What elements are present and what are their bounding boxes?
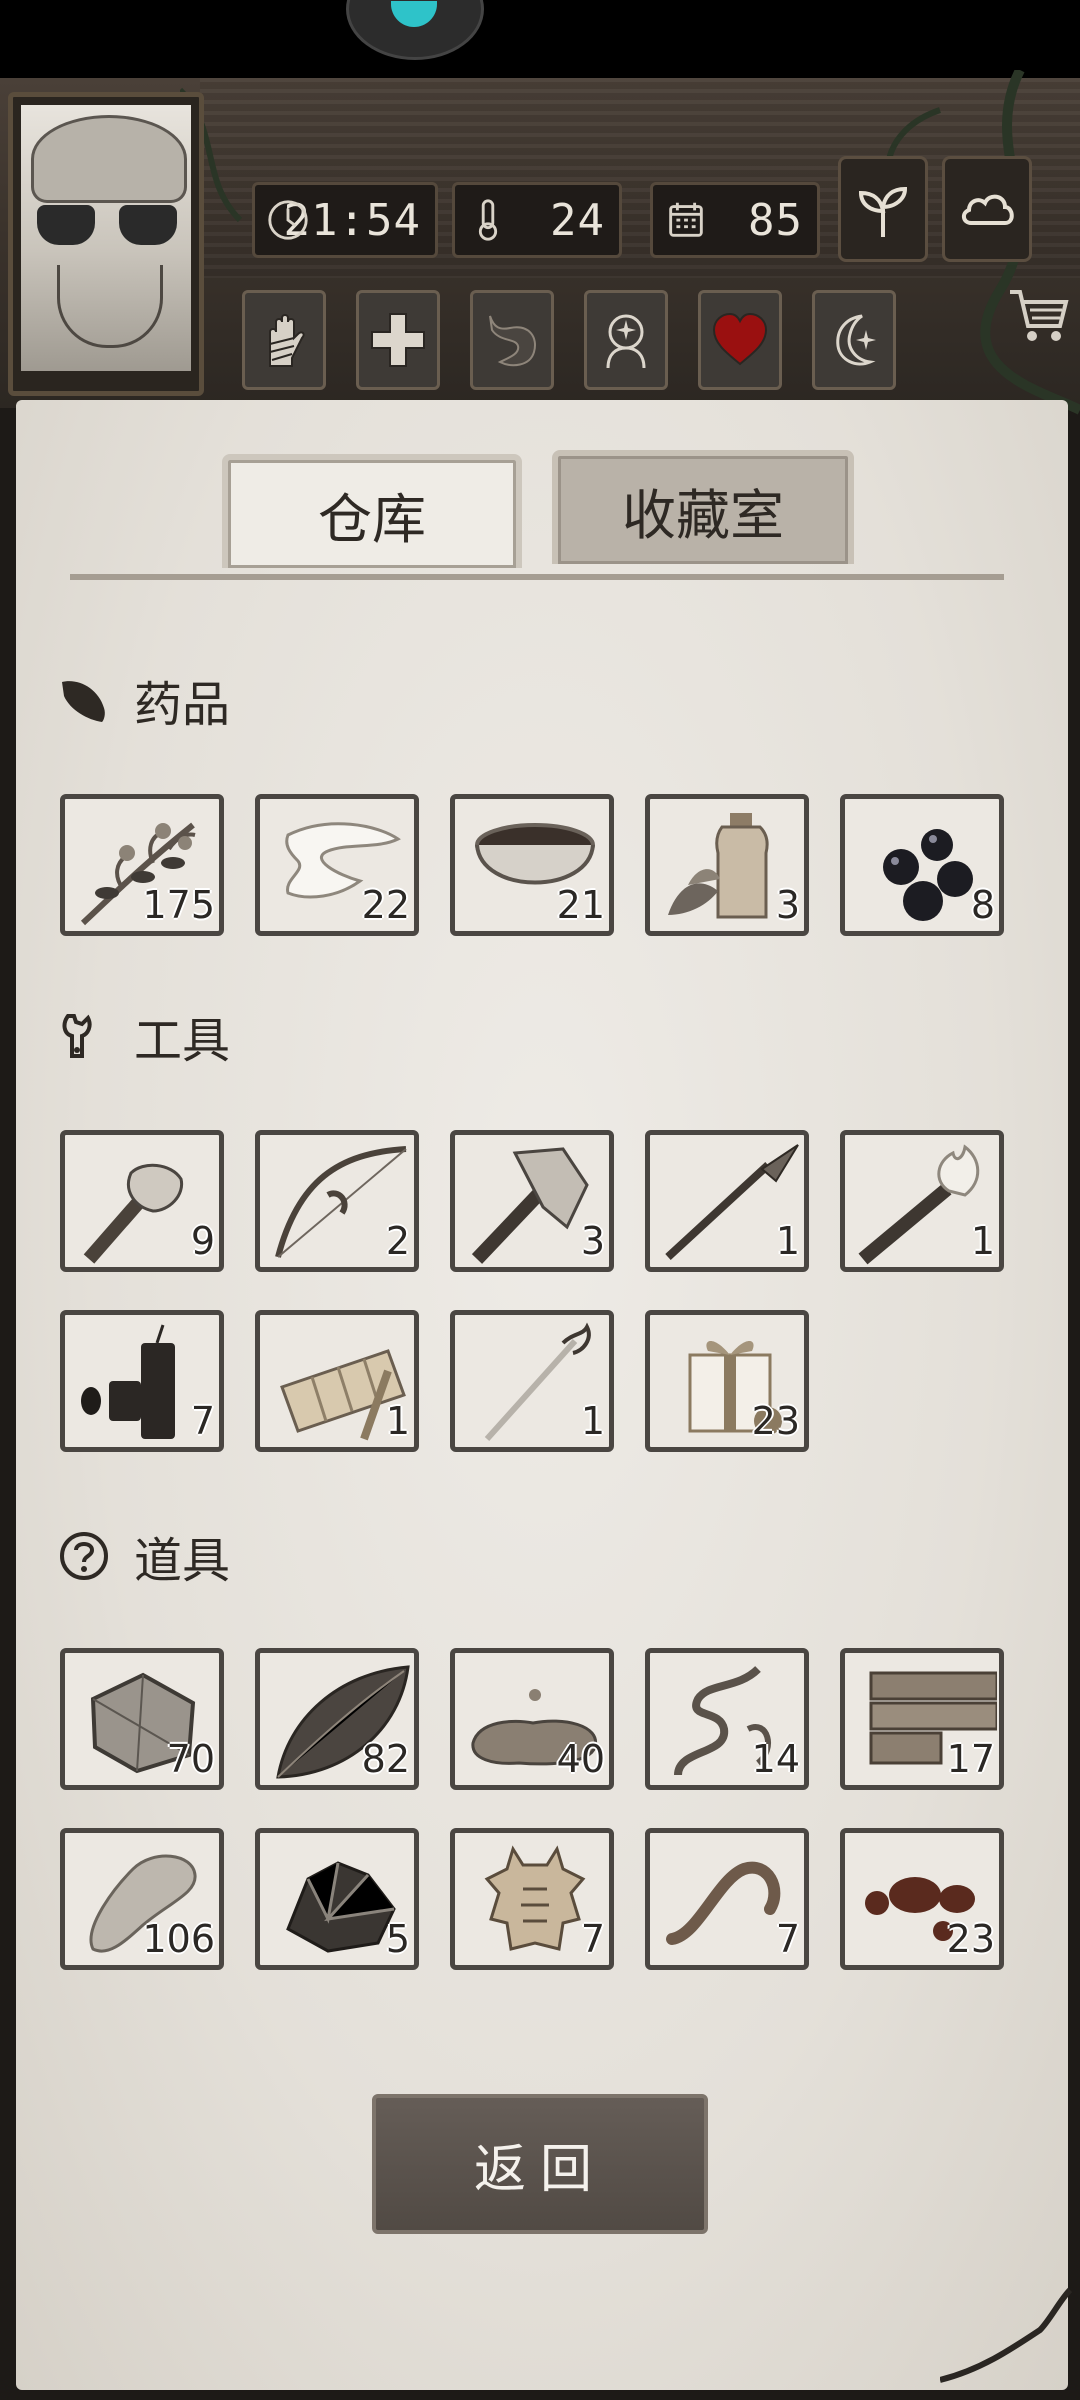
inventory-slot[interactable]: 1: [840, 1130, 1004, 1272]
item-count: 7: [580, 1917, 605, 1961]
inventory-slot[interactable]: 3: [450, 1130, 614, 1272]
inventory-slot[interactable]: 3: [645, 794, 809, 936]
inventory-slot[interactable]: 70: [60, 1648, 224, 1790]
item-count: 7: [775, 1917, 800, 1961]
sanity-status-button[interactable]: [584, 290, 668, 390]
section-tools-title: 工具: [134, 1013, 231, 1069]
tab-warehouse[interactable]: 仓库: [222, 454, 522, 568]
inventory-slot[interactable]: 23: [840, 1828, 1004, 1970]
question-circle-icon: [60, 1532, 108, 1580]
item-count: 21: [556, 883, 605, 927]
inventory-slot[interactable]: 17: [840, 1648, 1004, 1790]
stomach-icon: [489, 315, 536, 367]
back-button[interactable]: 返回: [372, 2094, 708, 2234]
day-value: 85: [748, 194, 803, 246]
item-count: 1: [385, 1399, 410, 1443]
section-medicine-header: 药品: [58, 670, 230, 733]
tab-collection[interactable]: 收藏室: [552, 450, 854, 564]
health-status-button[interactable]: [356, 290, 440, 390]
item-count: 9: [190, 1219, 215, 1263]
inventory-slot[interactable]: 7: [60, 1310, 224, 1452]
inventory-slot[interactable]: 82: [255, 1648, 419, 1790]
inventory-slot[interactable]: 8: [840, 794, 1004, 936]
avatar: [21, 105, 191, 371]
temperature-display: 24: [452, 182, 622, 258]
item-count: 5: [385, 1917, 410, 1961]
calendar-icon: [669, 202, 703, 237]
plant-button[interactable]: [838, 156, 928, 262]
shop-cart-icon[interactable]: [1004, 282, 1072, 350]
section-tools-header: 工具: [58, 1006, 230, 1069]
inventory-slot[interactable]: 7: [645, 1828, 809, 1970]
app-mascot-icon: [346, 0, 484, 60]
item-count: 3: [775, 883, 800, 927]
item-count: 8: [970, 883, 995, 927]
item-count: 40: [556, 1737, 605, 1781]
inventory-slot[interactable]: 106: [60, 1828, 224, 1970]
item-count: 106: [142, 1917, 215, 1961]
inventory-slot[interactable]: 40: [450, 1648, 614, 1790]
item-count: 22: [361, 883, 410, 927]
injury-status-button[interactable]: [242, 290, 326, 390]
item-count: 23: [946, 1917, 995, 1961]
clock-display: 21:54: [252, 182, 438, 258]
thermometer-icon: [478, 199, 498, 241]
inventory-slot[interactable]: 2: [255, 1130, 419, 1272]
heart-icon: [712, 312, 768, 366]
tab-divider: [70, 574, 1004, 580]
item-count: 23: [751, 1399, 800, 1443]
mood-status-button[interactable]: [698, 290, 782, 390]
temperature-value: 24: [550, 194, 605, 246]
item-count: 2: [385, 1219, 410, 1263]
inventory-slot[interactable]: 9: [60, 1130, 224, 1272]
item-count: 14: [751, 1737, 800, 1781]
wrench-icon: [62, 1014, 92, 1058]
system-status-bar: [0, 0, 1080, 78]
clock-icon: [268, 200, 308, 240]
item-count: 1: [580, 1399, 605, 1443]
inventory-slot[interactable]: 14: [645, 1648, 809, 1790]
corner-vine-decoration: [940, 2287, 1073, 2383]
section-props-title: 道具: [134, 1533, 231, 1589]
sleep-status-button[interactable]: [812, 290, 896, 390]
item-count: 70: [166, 1737, 215, 1781]
item-count: 7: [190, 1399, 215, 1443]
weather-button[interactable]: [942, 156, 1032, 262]
inventory-slot[interactable]: 23: [645, 1310, 809, 1452]
inventory-slot[interactable]: 5: [255, 1828, 419, 1970]
sprout-icon: [858, 186, 908, 237]
item-count: 1: [775, 1219, 800, 1263]
cloud-icon: [962, 194, 1014, 225]
moon-star-icon: [836, 314, 876, 366]
hunger-status-button[interactable]: [470, 290, 554, 390]
inventory-slot[interactable]: 1: [450, 1310, 614, 1452]
inventory-slot[interactable]: 1: [645, 1130, 809, 1272]
item-count: 17: [946, 1737, 995, 1781]
inventory-slot[interactable]: 175: [60, 794, 224, 936]
item-count: 175: [142, 883, 215, 927]
medical-cross-icon: [371, 313, 425, 367]
item-count: 1: [970, 1219, 995, 1263]
leaf-section-icon: [62, 681, 105, 722]
inventory-slot[interactable]: 7: [450, 1828, 614, 1970]
section-medicine-title: 药品: [134, 677, 231, 733]
head-icon: [606, 314, 646, 369]
inventory-slot[interactable]: 1: [255, 1310, 419, 1452]
inventory-slot[interactable]: 21: [450, 794, 614, 936]
item-count: 3: [580, 1219, 605, 1263]
player-portrait[interactable]: [8, 92, 204, 396]
section-props-header: 道具: [58, 1526, 230, 1589]
bandaged-hand-icon: [269, 314, 305, 367]
inventory-slot[interactable]: 22: [255, 794, 419, 936]
item-count: 82: [361, 1737, 410, 1781]
day-display: 85: [650, 182, 820, 258]
